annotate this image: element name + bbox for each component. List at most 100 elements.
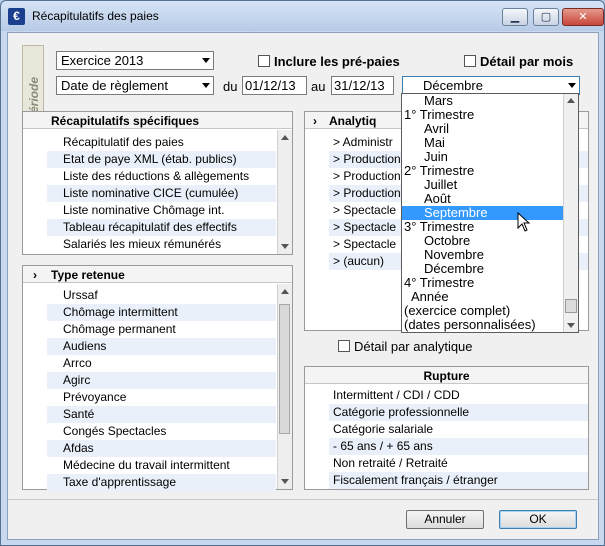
detail-analytique-label: Détail par analytique	[354, 339, 473, 354]
chevron-down-icon	[202, 58, 210, 63]
list-item[interactable]: Etat de paye XML (étab. publics)	[47, 151, 276, 168]
rupture-list: Intermittent / CDI / CDD Catégorie profes…	[329, 387, 588, 489]
list-item[interactable]: Urssaf	[47, 287, 276, 304]
list-item[interactable]: Audiens	[47, 338, 276, 355]
chevron-right-icon: ›	[33, 268, 37, 282]
list-item[interactable]: Tableau récapitulatif des effectifs	[47, 219, 276, 236]
date-to-input[interactable]: 31/12/13	[331, 76, 394, 95]
list-item[interactable]: Catégorie professionnelle	[329, 404, 588, 421]
recap-specifiques-title: Récapitulatifs spécifiques	[51, 114, 200, 128]
recap-specifiques-list: Récapitulatif des paies Etat de paye XML …	[47, 134, 276, 253]
title-bar[interactable]: € Récapitulatifs des paies ▁ ▢ ✕	[1, 1, 604, 31]
app-euro-icon: €	[8, 8, 25, 25]
list-item[interactable]: Salariés les mieux rémunérés	[47, 236, 276, 253]
list-item[interactable]: Taxe d'apprentissage	[47, 474, 276, 491]
du-label: du	[223, 79, 238, 94]
month-option[interactable]: Juillet	[402, 178, 578, 192]
close-button[interactable]: ✕	[562, 8, 604, 26]
list-item[interactable]: Médecine du travail intermittent	[47, 457, 276, 474]
month-option[interactable]: 4° Trimestre	[402, 276, 578, 290]
list-item[interactable]: Liste des réductions & allègements	[47, 168, 276, 185]
rupture-title: Rupture	[423, 369, 470, 383]
scroll-thumb[interactable]	[565, 299, 577, 313]
month-option[interactable]: Avril	[402, 122, 578, 136]
list-item[interactable]: Arrco	[47, 355, 276, 372]
cancel-button[interactable]: Annuler	[406, 510, 484, 529]
month-option[interactable]: 1° Trimestre	[402, 108, 578, 122]
checkbox-box[interactable]	[258, 55, 270, 67]
list-item[interactable]: Prévoyance	[47, 389, 276, 406]
checkbox-box[interactable]	[464, 55, 476, 67]
month-option[interactable]: Mars	[402, 94, 578, 108]
minimize-button[interactable]: ▁	[502, 8, 528, 26]
month-option[interactable]: 3° Trimestre	[402, 220, 578, 234]
recap-specifiques-panel: Récapitulatifs spécifiques Récapitulatif…	[22, 111, 293, 255]
exercice-select-value: Exercice 2013	[61, 53, 144, 68]
detail-analytique-checkbox[interactable]: Détail par analytique	[338, 339, 473, 354]
exercice-select[interactable]: Exercice 2013	[56, 51, 214, 70]
dialog-window: € Récapitulatifs des paies ▁ ▢ ✕ Période…	[0, 0, 605, 546]
month-option[interactable]: Octobre	[402, 234, 578, 248]
type-retenue-list: Urssaf Chômage intermittent Chômage perman…	[47, 287, 276, 491]
chevron-down-icon	[568, 83, 576, 88]
scroll-up-icon[interactable]	[567, 98, 575, 103]
list-item[interactable]: Liste nominative Chômage int.	[47, 202, 276, 219]
month-option[interactable]: (dates personnalisées)	[402, 318, 578, 332]
date-from-input[interactable]: 01/12/13	[242, 76, 307, 95]
month-option[interactable]: Mai	[402, 136, 578, 150]
month-option[interactable]: Année	[402, 290, 578, 304]
month-option[interactable]: (exercice complet)	[402, 304, 578, 318]
maximize-button[interactable]: ▢	[533, 8, 559, 26]
chevron-right-icon: ›	[313, 114, 317, 128]
list-item[interactable]: Afdas	[47, 440, 276, 457]
month-option[interactable]: Décembre	[402, 262, 578, 276]
detail-par-mois-label: Détail par mois	[480, 54, 574, 69]
scroll-down-icon[interactable]	[567, 323, 575, 328]
list-item[interactable]: Santé	[47, 406, 276, 423]
chevron-down-icon	[202, 83, 210, 88]
month-options: Mars 1° Trimestre Avril Mai Juin 2° Trimestre…	[402, 94, 578, 332]
list-item[interactable]: Chômage intermittent	[47, 304, 276, 321]
list-item[interactable]: Fiscalement français / étranger	[329, 472, 588, 489]
date-type-select[interactable]: Date de règlement	[56, 76, 214, 95]
list-item[interactable]: Catégorie salariale	[329, 421, 588, 438]
include-prepaies-checkbox[interactable]: Inclure les pré-paies	[258, 54, 400, 69]
list-item[interactable]: Récapitulatif des paies	[47, 134, 276, 151]
analytique-title: Analytiq	[329, 114, 377, 128]
scroll-down-icon[interactable]	[281, 244, 289, 249]
detail-par-mois-checkbox[interactable]: Détail par mois	[464, 54, 573, 69]
month-option[interactable]: Août	[402, 192, 578, 206]
ok-button[interactable]: OK	[499, 510, 577, 529]
month-option[interactable]: 2° Trimestre	[402, 164, 578, 178]
scroll-up-icon[interactable]	[281, 135, 289, 140]
list-item[interactable]: - 65 ans / + 65 ans	[329, 438, 588, 455]
month-option[interactable]: Juin	[402, 150, 578, 164]
list-item[interactable]: Non retraité / Retraité	[329, 455, 588, 472]
type-retenue-header: › Type retenue	[23, 266, 292, 283]
rupture-header: Rupture	[305, 367, 588, 384]
recap-specifiques-header: Récapitulatifs spécifiques	[23, 112, 292, 129]
scroll-thumb[interactable]	[279, 304, 290, 434]
au-label: au	[311, 79, 326, 94]
list-item[interactable]: Congés Spectacles	[47, 423, 276, 440]
type-retenue-title: Type retenue	[51, 268, 125, 282]
list-item[interactable]: Intermittent / CDI / CDD	[329, 387, 588, 404]
scroll-up-icon[interactable]	[281, 289, 289, 294]
list-item[interactable]: Agirc	[47, 372, 276, 389]
recap-scrollbar[interactable]	[277, 130, 292, 254]
include-prepaies-label: Inclure les pré-paies	[274, 54, 400, 69]
mouse-cursor-icon	[517, 212, 531, 232]
rupture-panel: Rupture Intermittent / CDI / CDD Catégori…	[304, 366, 589, 490]
bottom-separator	[8, 499, 598, 500]
month-dropdown-list[interactable]: Mars 1° Trimestre Avril Mai Juin 2° Trimestre…	[401, 93, 579, 333]
list-item[interactable]: Liste nominative CICE (cumulée)	[47, 185, 276, 202]
month-option[interactable]: Septembre	[402, 206, 578, 220]
list-item[interactable]: Chômage permanent	[47, 321, 276, 338]
type-retenue-scrollbar[interactable]	[277, 284, 292, 489]
checkbox-box[interactable]	[338, 340, 350, 352]
scroll-down-icon[interactable]	[281, 479, 289, 484]
dropdown-scrollbar[interactable]	[563, 94, 578, 332]
date-type-select-value: Date de règlement	[61, 78, 168, 93]
window-title: Récapitulatifs des paies	[32, 9, 159, 23]
month-option[interactable]: Novembre	[402, 248, 578, 262]
